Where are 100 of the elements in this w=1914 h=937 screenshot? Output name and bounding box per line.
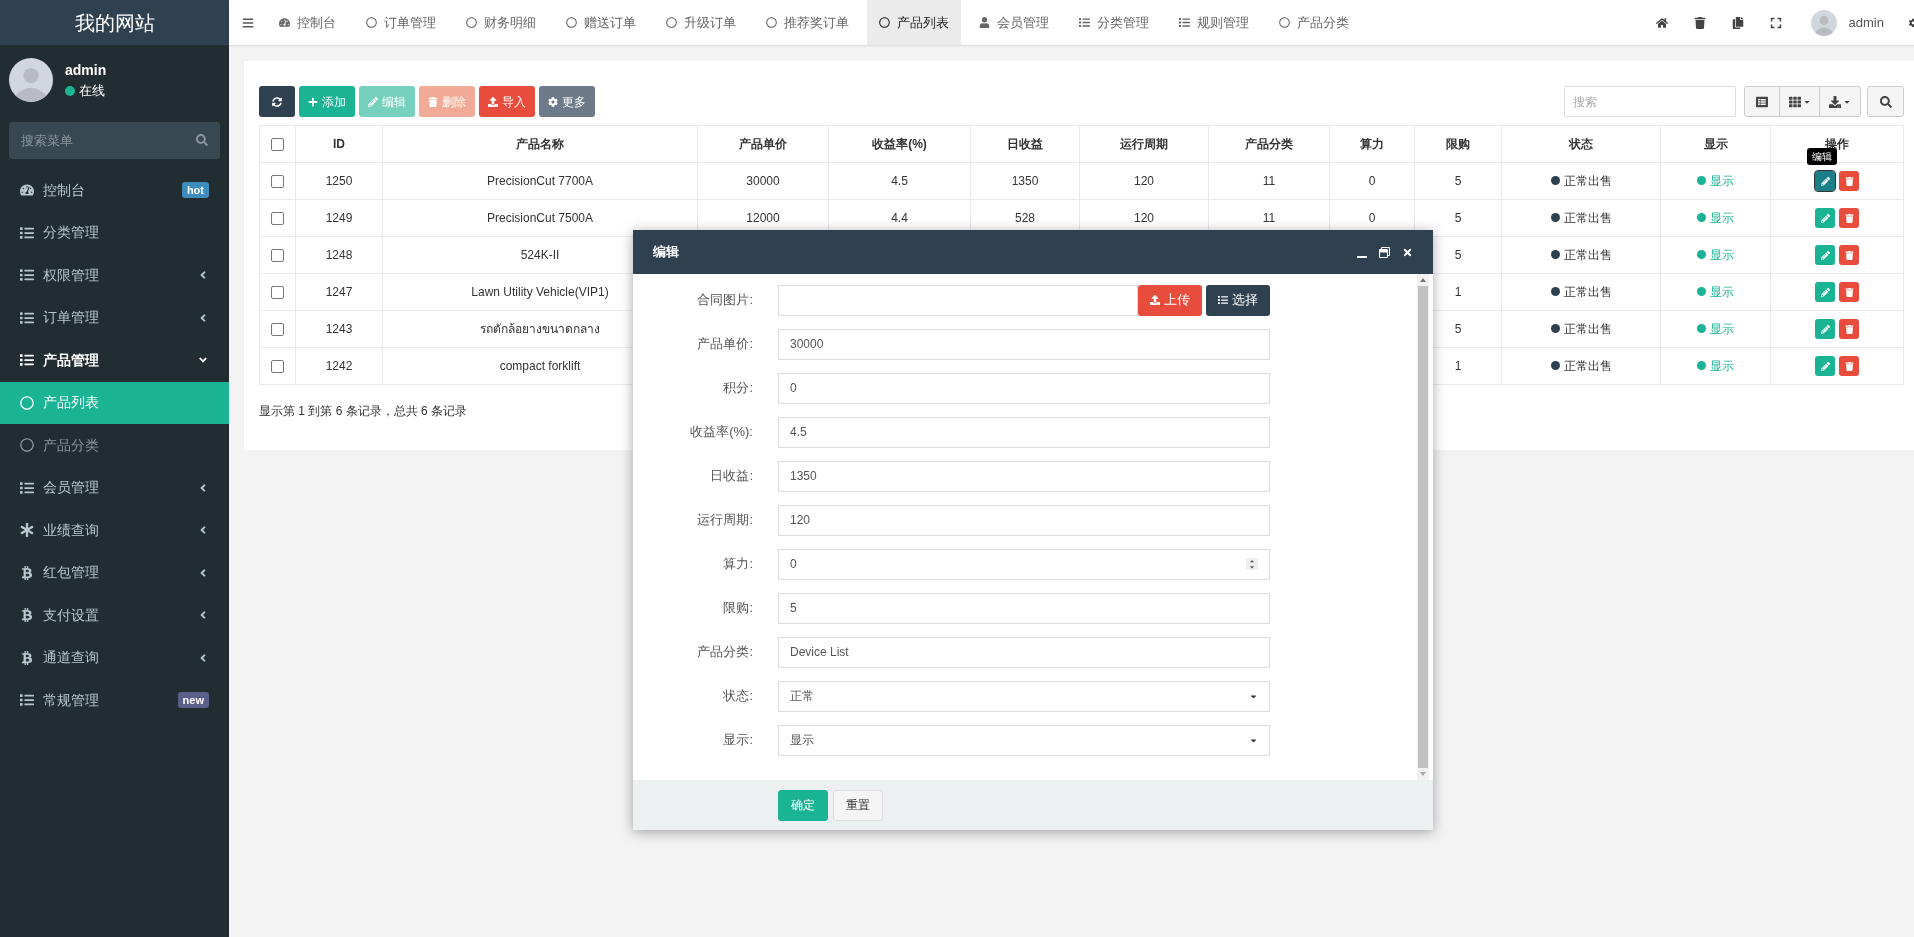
- column-header[interactable]: 日收益: [1007, 137, 1043, 151]
- input-field[interactable]: 5: [778, 592, 1270, 624]
- pencil-icon: [1820, 213, 1830, 223]
- status-text: 正常出售: [1563, 357, 1612, 375]
- user-name[interactable]: admin: [1848, 12, 1884, 33]
- row-delete-button[interactable]: [1839, 356, 1859, 376]
- checkbox[interactable]: [271, 360, 284, 374]
- image-path-field[interactable]: [778, 284, 1138, 316]
- checkbox[interactable]: [271, 286, 284, 300]
- menu-item[interactable]: 产品管理: [0, 339, 229, 382]
- column-header[interactable]: 显示: [1703, 137, 1728, 151]
- submenu-item[interactable]: 产品分类: [0, 424, 229, 467]
- menu-item[interactable]: 分类管理: [0, 211, 229, 254]
- number-field[interactable]: 0: [778, 548, 1270, 580]
- upload-button[interactable]: 上传: [1138, 284, 1202, 316]
- checkbox[interactable]: [271, 212, 284, 226]
- row-edit-button[interactable]: [1815, 319, 1835, 339]
- nav-tab[interactable]: 规则管理: [1167, 0, 1261, 45]
- menu-item[interactable]: 通道查询: [0, 636, 229, 679]
- table-cell: 5: [1454, 322, 1462, 336]
- reset-button[interactable]: 重置: [833, 789, 883, 821]
- trash-icon: [1844, 287, 1854, 297]
- column-header[interactable]: 产品单价: [739, 137, 787, 151]
- refresh-button[interactable]: [259, 86, 295, 117]
- menu-search-field[interactable]: 搜索菜单: [9, 122, 220, 159]
- pencil-icon: [368, 96, 378, 107]
- maximize-button[interactable]: [1379, 246, 1390, 258]
- nav-tab[interactable]: 分类管理: [1067, 0, 1161, 45]
- trash-icon: [1844, 213, 1854, 223]
- menu-item[interactable]: 权限管理: [0, 254, 229, 297]
- row-edit-button[interactable]: [1815, 245, 1835, 265]
- table-cell: 120: [1134, 211, 1154, 225]
- input-field[interactable]: 30000: [778, 328, 1270, 360]
- menu-item[interactable]: 支付设置: [0, 594, 229, 637]
- input-field[interactable]: 1350: [778, 460, 1270, 492]
- input-field[interactable]: Device List: [778, 636, 1270, 668]
- scrollbar[interactable]: [1417, 274, 1429, 780]
- checkbox[interactable]: [271, 249, 284, 263]
- column-header[interactable]: 产品分类: [1245, 137, 1293, 151]
- row-edit-button[interactable]: [1815, 282, 1835, 302]
- trash-icon: [428, 96, 438, 107]
- column-header[interactable]: 产品名称: [516, 137, 564, 151]
- nav-tab[interactable]: 产品列表: [867, 0, 961, 45]
- menu-item[interactable]: 常规管理 new: [0, 679, 229, 722]
- table-cell: 1248: [325, 248, 353, 262]
- upload-icon: [488, 96, 498, 107]
- nav-tab[interactable]: 赠送订单: [554, 0, 648, 45]
- avatar: [9, 58, 53, 102]
- input-field[interactable]: 0: [778, 372, 1270, 404]
- menu-item[interactable]: 业绩查询: [0, 509, 229, 552]
- bitcoin-icon: [20, 650, 34, 665]
- row-edit-button[interactable]: [1815, 356, 1835, 376]
- checkbox[interactable]: [271, 323, 284, 337]
- menu-item[interactable]: 红包管理: [0, 551, 229, 594]
- menu-item[interactable]: 订单管理: [0, 296, 229, 339]
- more-button[interactable]: 更多: [539, 86, 595, 117]
- table-cell: 11: [1262, 211, 1276, 225]
- menu-badge: hot: [181, 182, 209, 199]
- menu-item[interactable]: 会员管理: [0, 466, 229, 509]
- dialog-title: 编辑: [653, 243, 680, 262]
- nav-tab[interactable]: 推荐奖订单: [754, 0, 861, 45]
- nav-tab[interactable]: 订单管理: [354, 0, 448, 45]
- select-button[interactable]: 选择: [1206, 284, 1270, 316]
- row-delete-button[interactable]: [1839, 171, 1859, 191]
- user-icon: [979, 17, 990, 28]
- menu-item[interactable]: 控制台 hot: [0, 169, 229, 212]
- row-edit-button[interactable]: [1815, 171, 1835, 191]
- checkbox[interactable]: [271, 175, 284, 189]
- row-edit-button[interactable]: [1815, 208, 1835, 228]
- spin-up-icon: [1248, 558, 1256, 564]
- select-field[interactable]: 正常: [778, 680, 1270, 712]
- import-button[interactable]: 导入: [479, 86, 535, 117]
- nav-tab[interactable]: 升级订单: [654, 0, 748, 45]
- row-delete-button[interactable]: [1839, 245, 1859, 265]
- nav-tab[interactable]: 财务明细: [454, 0, 548, 45]
- column-header[interactable]: 收益率(%): [872, 137, 927, 151]
- column-header[interactable]: 算力: [1360, 137, 1384, 151]
- checkbox[interactable]: [271, 138, 284, 152]
- row-delete-button[interactable]: [1839, 319, 1859, 339]
- column-header[interactable]: 限购: [1446, 137, 1470, 151]
- select-field[interactable]: 显示: [778, 724, 1270, 756]
- field-label: 日收益:: [709, 467, 754, 486]
- input-field[interactable]: 120: [778, 504, 1270, 536]
- input-field[interactable]: 4.5: [778, 416, 1270, 448]
- nav-tab[interactable]: 会员管理: [967, 0, 1061, 45]
- column-header[interactable]: ID: [333, 137, 345, 151]
- nav-tab[interactable]: 控制台: [267, 0, 348, 45]
- search-button[interactable]: [1867, 86, 1904, 117]
- pencil-icon: [1820, 324, 1830, 334]
- row-delete-button[interactable]: [1839, 282, 1859, 302]
- nav-tab[interactable]: 产品分类: [1267, 0, 1361, 45]
- table-cell: 11: [1262, 174, 1276, 188]
- field-label: 显示:: [722, 731, 754, 750]
- search-icon: [196, 134, 208, 146]
- column-header[interactable]: 状态: [1569, 137, 1593, 151]
- row-delete-button[interactable]: [1839, 208, 1859, 228]
- table-search-field[interactable]: 搜索: [1564, 86, 1736, 117]
- column-header[interactable]: 运行周期: [1120, 137, 1168, 151]
- close-button[interactable]: [1402, 246, 1413, 258]
- pagination-info: 显示第 1 到第 6 条记录，总共 6 条记录: [259, 403, 468, 420]
